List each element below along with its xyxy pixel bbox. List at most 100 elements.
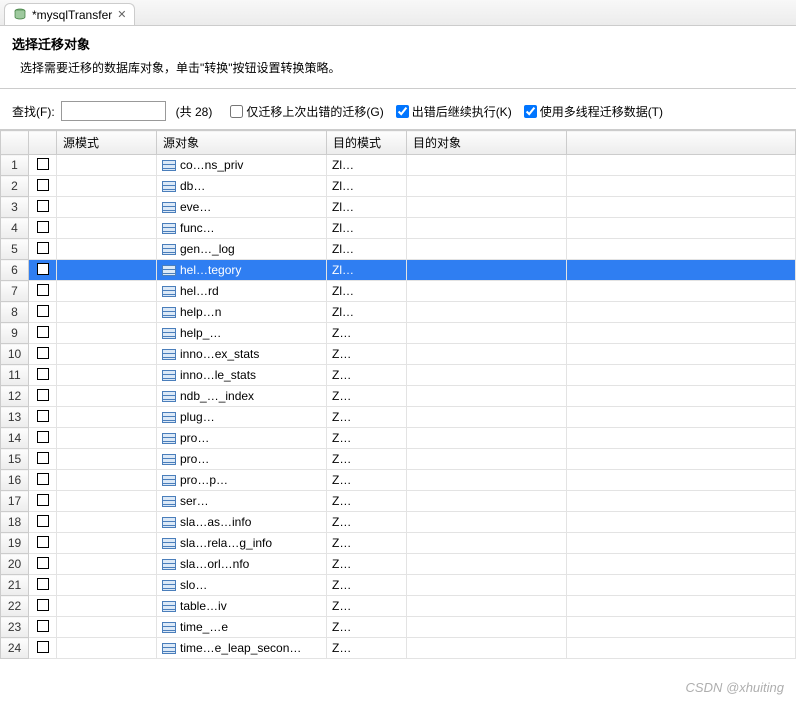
cell-dst-mode[interactable]: Z… [327, 638, 407, 659]
row-checkbox-cell[interactable] [29, 470, 57, 491]
search-input[interactable] [61, 101, 166, 121]
chk-prev-fail[interactable]: 仅迁移上次出错的迁移(G) [230, 103, 383, 120]
cell-dst-mode[interactable]: Zl… [327, 218, 407, 239]
cell-src-mode[interactable] [57, 239, 157, 260]
cell-dst-obj[interactable] [407, 449, 567, 470]
cell-dst-mode[interactable]: Zl… [327, 260, 407, 281]
checkbox-icon[interactable] [37, 620, 49, 632]
cell-src-obj[interactable]: hel…rd [157, 281, 327, 302]
cell-dst-obj[interactable] [407, 197, 567, 218]
cell-dst-obj[interactable] [407, 491, 567, 512]
cell-dst-mode[interactable]: Z… [327, 407, 407, 428]
cell-dst-mode[interactable]: Zl… [327, 176, 407, 197]
tab-mysqltransfer[interactable]: *mysqlTransfer ✕ [4, 3, 135, 25]
col-src-mode[interactable]: 源模式 [57, 131, 157, 155]
table-row[interactable]: 22table…ivZ… [1, 596, 796, 617]
chk-continue[interactable]: 出错后继续执行(K) [396, 103, 512, 120]
table-row[interactable]: 17ser…Z… [1, 491, 796, 512]
table-row[interactable]: 8help…nZl… [1, 302, 796, 323]
cell-src-mode[interactable] [57, 197, 157, 218]
col-dst-obj[interactable]: 目的对象 [407, 131, 567, 155]
cell-dst-mode[interactable]: Z… [327, 344, 407, 365]
cell-dst-obj[interactable] [407, 386, 567, 407]
cell-src-mode[interactable] [57, 554, 157, 575]
checkbox-icon[interactable] [37, 641, 49, 653]
row-checkbox-cell[interactable] [29, 239, 57, 260]
row-checkbox-cell[interactable] [29, 596, 57, 617]
table-row[interactable]: 10inno…ex_statsZ… [1, 344, 796, 365]
table-row[interactable]: 2db…Zl… [1, 176, 796, 197]
row-checkbox-cell[interactable] [29, 176, 57, 197]
row-checkbox-cell[interactable] [29, 449, 57, 470]
checkbox-icon[interactable] [37, 347, 49, 359]
cell-dst-mode[interactable]: Z… [327, 470, 407, 491]
cell-dst-mode[interactable]: Z… [327, 617, 407, 638]
cell-dst-mode[interactable]: Z… [327, 428, 407, 449]
table-row[interactable]: 15pro…Z… [1, 449, 796, 470]
cell-src-mode[interactable] [57, 218, 157, 239]
table-row[interactable]: 13plug…Z… [1, 407, 796, 428]
cell-src-obj[interactable]: slo… [157, 575, 327, 596]
checkbox-icon[interactable] [37, 200, 49, 212]
cell-dst-mode[interactable]: Z… [327, 575, 407, 596]
table-row[interactable]: 1co…ns_privZl… [1, 155, 796, 176]
cell-dst-obj[interactable] [407, 281, 567, 302]
cell-src-obj[interactable]: sla…rela…g_info [157, 533, 327, 554]
row-checkbox-cell[interactable] [29, 386, 57, 407]
checkbox-icon[interactable] [37, 305, 49, 317]
cell-src-obj[interactable]: db… [157, 176, 327, 197]
checkbox-icon[interactable] [37, 452, 49, 464]
table-row[interactable]: 20sla…orl…nfoZ… [1, 554, 796, 575]
checkbox-icon[interactable] [37, 578, 49, 590]
cell-dst-mode[interactable]: Z… [327, 449, 407, 470]
cell-dst-mode[interactable]: Z… [327, 365, 407, 386]
cell-dst-obj[interactable] [407, 323, 567, 344]
row-checkbox-cell[interactable] [29, 575, 57, 596]
cell-dst-obj[interactable] [407, 533, 567, 554]
row-checkbox-cell[interactable] [29, 428, 57, 449]
cell-dst-mode[interactable]: Z… [327, 554, 407, 575]
cell-dst-obj[interactable] [407, 407, 567, 428]
table-row[interactable]: 21slo…Z… [1, 575, 796, 596]
table-row[interactable]: 12ndb_…_indexZ… [1, 386, 796, 407]
col-checkbox[interactable] [29, 131, 57, 155]
cell-dst-obj[interactable] [407, 260, 567, 281]
cell-src-obj[interactable]: help_… [157, 323, 327, 344]
chk-multithread-box[interactable] [524, 105, 537, 118]
cell-src-obj[interactable]: plug… [157, 407, 327, 428]
cell-src-mode[interactable] [57, 386, 157, 407]
cell-src-obj[interactable]: pro… [157, 428, 327, 449]
cell-src-obj[interactable]: sla…orl…nfo [157, 554, 327, 575]
cell-src-mode[interactable] [57, 344, 157, 365]
cell-dst-mode[interactable]: Zl… [327, 302, 407, 323]
cell-src-mode[interactable] [57, 512, 157, 533]
row-checkbox-cell[interactable] [29, 365, 57, 386]
table-row[interactable]: 16pro…p…Z… [1, 470, 796, 491]
row-checkbox-cell[interactable] [29, 638, 57, 659]
cell-src-mode[interactable] [57, 302, 157, 323]
cell-dst-mode[interactable]: Z… [327, 323, 407, 344]
cell-src-mode[interactable] [57, 323, 157, 344]
cell-src-mode[interactable] [57, 617, 157, 638]
cell-src-obj[interactable]: sla…as…info [157, 512, 327, 533]
cell-src-mode[interactable] [57, 575, 157, 596]
cell-src-obj[interactable]: inno…ex_stats [157, 344, 327, 365]
checkbox-icon[interactable] [37, 557, 49, 569]
table-row[interactable]: 14pro…Z… [1, 428, 796, 449]
cell-dst-obj[interactable] [407, 344, 567, 365]
row-checkbox-cell[interactable] [29, 554, 57, 575]
checkbox-icon[interactable] [37, 263, 49, 275]
cell-src-obj[interactable]: pro… [157, 449, 327, 470]
table-row[interactable]: 19sla…rela…g_infoZ… [1, 533, 796, 554]
cell-src-obj[interactable]: time_…e [157, 617, 327, 638]
table-row[interactable]: 11inno…le_statsZ… [1, 365, 796, 386]
cell-src-obj[interactable]: pro…p… [157, 470, 327, 491]
table-row[interactable]: 18sla…as…infoZ… [1, 512, 796, 533]
cell-dst-mode[interactable]: Zl… [327, 281, 407, 302]
cell-src-mode[interactable] [57, 155, 157, 176]
row-checkbox-cell[interactable] [29, 281, 57, 302]
checkbox-icon[interactable] [37, 410, 49, 422]
cell-dst-mode[interactable]: Zl… [327, 239, 407, 260]
cell-src-mode[interactable] [57, 428, 157, 449]
checkbox-icon[interactable] [37, 431, 49, 443]
